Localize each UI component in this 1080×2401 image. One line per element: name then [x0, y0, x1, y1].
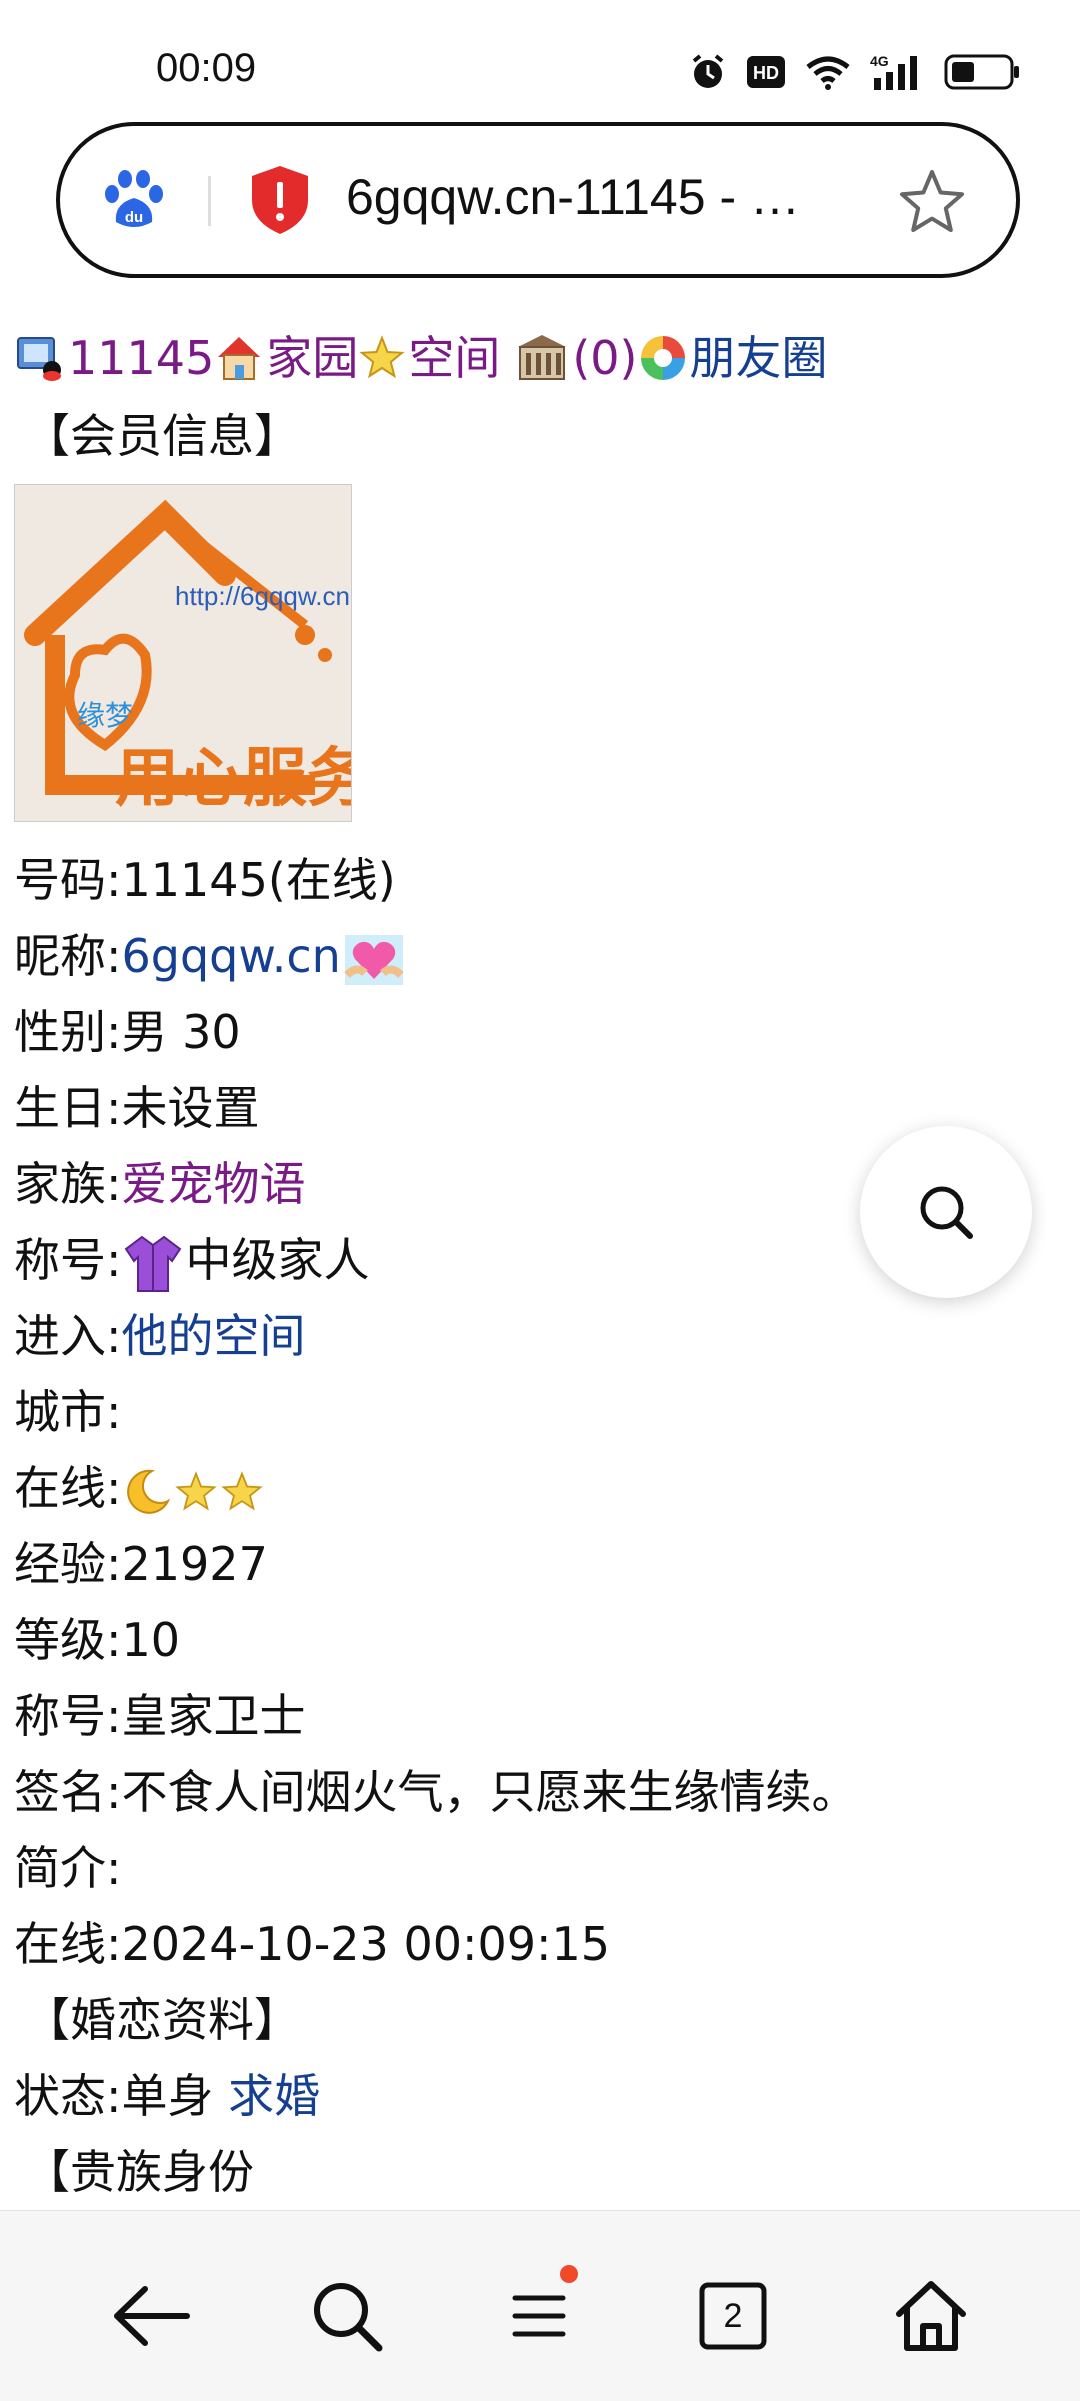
signature-field: 签名:不食人间烟火气，只愿来生缘情续。: [14, 1765, 858, 1819]
number-field: 号码:11145(在线): [14, 853, 396, 907]
marriage-status-label: 状态:单身: [14, 2069, 214, 2123]
experience-field: 经验:21927: [14, 1537, 268, 1591]
space-star-icon: [359, 335, 405, 379]
site-logo-image: http://6gqqw.cn 缘梦 用心服务: [14, 484, 371, 822]
his-space-link[interactable]: 他的空间: [122, 1309, 306, 1363]
menu-notification-dot: [560, 2265, 578, 2283]
counter-link[interactable]: (0): [572, 320, 637, 396]
nickname-link[interactable]: 6gqqw.cn: [122, 929, 341, 983]
back-arrow-icon: [114, 2286, 190, 2346]
family-label: 家族:: [14, 1157, 122, 1211]
nickname-label: 昵称:: [14, 929, 122, 983]
robe-icon: [124, 1235, 181, 1292]
gender-field: 性别:男 30: [14, 1005, 241, 1059]
nav-search-button[interactable]: [302, 2271, 392, 2361]
title-label: 称号:: [14, 1233, 122, 1287]
online-label: 在线:: [14, 1461, 122, 1515]
bookmark-star-icon[interactable]: [896, 166, 968, 238]
building-icon: [518, 335, 567, 380]
battery-icon: [944, 54, 1019, 90]
logo-sub-text: 缘梦: [77, 699, 133, 732]
logo-url-text: http://6gqqw.cn: [175, 581, 350, 611]
number-link[interactable]: 11145: [68, 320, 214, 396]
title-value: 中级家人: [185, 1233, 370, 1287]
tabs-icon: [699, 2282, 767, 2350]
level-field: 等级:10: [14, 1613, 181, 1667]
noble-identity-heading: 【贵族身份: [24, 2145, 254, 2199]
online-level-row: 在线:: [14, 1450, 1054, 1526]
svg-text:HD: HD: [753, 63, 779, 83]
star-icon: [174, 1470, 217, 1511]
top-links-row: 11145 家园 空间 (0) 朋友圈: [14, 318, 1054, 398]
wifi-icon: [806, 56, 850, 90]
moments-link[interactable]: 朋友圈: [690, 320, 828, 396]
status-icons: HD 4G: [688, 50, 1020, 94]
marriage-info-heading: 【婚恋资料】: [24, 1993, 300, 2047]
address-divider: [208, 176, 211, 226]
space-link[interactable]: 空间: [408, 320, 500, 396]
home-button[interactable]: [886, 2271, 976, 2361]
svg-text:4G: 4G: [870, 53, 889, 69]
city-field: 城市:: [14, 1385, 122, 1439]
family-link[interactable]: 爱宠物语: [122, 1157, 306, 1211]
home-icon: [896, 2281, 966, 2351]
tabs-button[interactable]: 2: [688, 2271, 778, 2361]
last-online-field: 在线:2024-10-23 00:09:15: [14, 1917, 611, 1971]
member-info-heading: 【会员信息】: [24, 409, 300, 463]
hd-icon: HD: [747, 56, 785, 88]
floating-search-button[interactable]: [860, 1126, 1032, 1298]
baidu-paw-icon[interactable]: du: [98, 164, 170, 236]
site-logo-graphic: http://6gqqw.cn 缘梦 用心服务: [15, 485, 371, 821]
enter-row: 进入:他的空间: [14, 1298, 1054, 1374]
url-text[interactable]: 6gqqw.cn-11145 - …: [346, 168, 800, 226]
address-bar[interactable]: du 6gqqw.cn-11145 - …: [56, 122, 1020, 278]
bottom-nav-bar: 2: [0, 2210, 1080, 2401]
alarm-icon: [692, 54, 724, 88]
birthday-field: 生日:未设置: [14, 1081, 260, 1135]
star-icon: [220, 1470, 263, 1511]
menu-icon: [512, 2295, 566, 2337]
search-icon: [920, 1186, 973, 1239]
qq-computer-icon: [17, 337, 61, 381]
back-button[interactable]: [106, 2271, 196, 2361]
security-shield-icon[interactable]: [248, 164, 312, 236]
status-bar: 00:09 HD 4G: [0, 0, 1080, 120]
propose-link[interactable]: 求婚: [228, 2069, 320, 2123]
enter-label: 进入:: [14, 1309, 122, 1363]
rank-field: 称号:皇家卫士: [14, 1689, 306, 1743]
status-time: 00:09: [156, 46, 257, 90]
heart-hands-icon: [344, 934, 404, 985]
intro-field: 简介:: [14, 1841, 122, 1895]
svg-text:du: du: [125, 209, 143, 226]
moon-icon: [126, 1469, 170, 1514]
home-link[interactable]: 家园: [266, 320, 358, 396]
logo-main-text: 用心服务: [115, 742, 351, 816]
moments-aperture-icon: [640, 336, 685, 380]
search-icon: [314, 2283, 383, 2352]
marriage-status-row: 状态:单身 求婚: [14, 2058, 1054, 2134]
4g-signal-icon: 4G: [870, 53, 917, 90]
menu-button[interactable]: [494, 2265, 584, 2361]
house-icon: [218, 337, 261, 380]
nickname-row: 昵称:6gqqw.cn: [14, 918, 1054, 994]
